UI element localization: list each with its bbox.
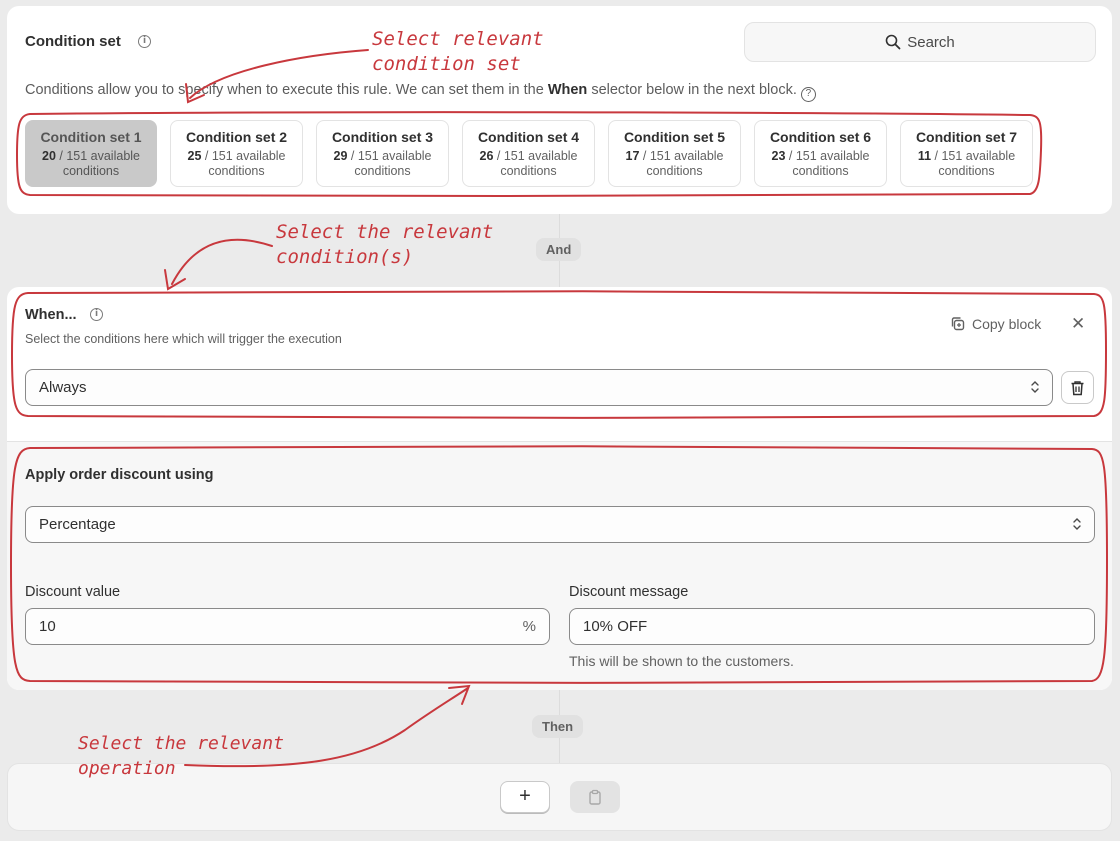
action-title: Apply order discount using — [25, 467, 214, 483]
condition-set-list: Condition set 1 20 / 151 available condit… — [25, 120, 1033, 187]
when-condition-select[interactable]: Always — [25, 369, 1053, 406]
close-icon[interactable]: ✕ — [1071, 314, 1085, 334]
clipboard-icon — [589, 789, 601, 805]
discount-message-help: This will be shown to the customers. — [569, 653, 794, 669]
chevron-updown-icon — [1031, 381, 1039, 393]
help-icon[interactable]: ? — [800, 87, 816, 102]
annotation-select-condition: Select the relevant condition(s) — [276, 221, 494, 268]
discount-value-label: Discount value — [25, 584, 121, 600]
search-input[interactable]: Search — [744, 22, 1096, 62]
condition-set-title: Condition set — [25, 33, 121, 50]
condition-set-option[interactable]: Condition set 7 11 / 151 available condit… — [900, 120, 1033, 187]
block-divider — [7, 441, 1112, 442]
condition-set-option[interactable]: Condition set 5 17 / 151 available condit… — [608, 120, 741, 187]
search-icon — [885, 34, 901, 50]
chevron-updown-icon — [1073, 518, 1081, 530]
then-connector-badge: Then — [532, 715, 584, 738]
annotation-select-operation: Select the relevant operation — [78, 733, 284, 779]
condition-set-option[interactable]: Condition set 4 26 / 151 available condit… — [462, 120, 595, 187]
add-operation-button[interactable]: + — [500, 781, 550, 813]
percent-suffix: % — [522, 618, 536, 635]
info-icon[interactable]: i — [90, 308, 103, 321]
copy-block-button[interactable]: Copy block — [950, 316, 1041, 332]
condition-set-description: Conditions allow you to specify when to … — [25, 82, 816, 102]
search-placeholder: Search — [907, 33, 955, 51]
when-subtitle: Select the conditions here which will tr… — [25, 332, 342, 346]
condition-set-option[interactable]: Condition set 6 23 / 151 available condit… — [754, 120, 887, 187]
paste-block-button[interactable] — [570, 781, 620, 813]
discount-method-select[interactable]: Percentage — [25, 506, 1095, 543]
discount-message-label: Discount message — [569, 584, 689, 600]
when-title: When... — [25, 307, 77, 323]
copy-icon — [951, 317, 965, 331]
condition-set-option[interactable]: Condition set 1 20 / 151 available condit… — [25, 120, 157, 187]
discount-value-input[interactable]: 10 % — [25, 608, 550, 645]
condition-set-option[interactable]: Condition set 3 29 / 151 available condit… — [316, 120, 449, 187]
discount-message-input[interactable]: 10% OFF — [569, 608, 1095, 645]
and-connector-badge: And — [536, 238, 582, 261]
delete-condition-button[interactable] — [1061, 371, 1094, 404]
condition-set-option[interactable]: Condition set 2 25 / 151 available condit… — [170, 120, 303, 187]
arrow-condition — [171, 238, 273, 285]
info-icon[interactable]: i — [138, 35, 151, 48]
trash-icon — [1071, 380, 1084, 395]
annotation-select-condition-set: Select relevant condition set — [372, 28, 544, 75]
